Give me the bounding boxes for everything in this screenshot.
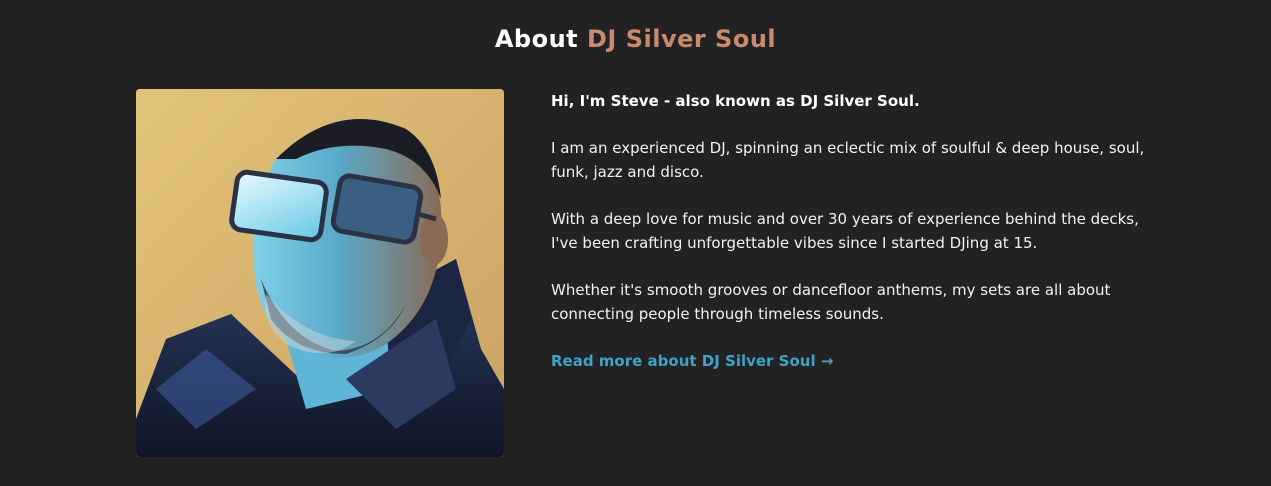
about-paragraph-3: Whether it's smooth grooves or dancefloo… bbox=[551, 281, 1111, 323]
about-text: Hi, I'm Steve - also known as DJ Silver … bbox=[551, 89, 1151, 373]
section-title: About DJ Silver Soul bbox=[0, 22, 1271, 56]
about-paragraph-2: With a deep love for music and over 30 y… bbox=[551, 210, 1139, 252]
section-title-prefix: About bbox=[494, 25, 579, 53]
about-section: About DJ Silver Soul Hi, I'm Steve - als… bbox=[0, 0, 1271, 486]
intro-text: Hi, I'm Steve - also known as DJ Silver … bbox=[551, 92, 920, 110]
section-title-accent: DJ Silver Soul bbox=[587, 25, 777, 53]
about-paragraph-1: I am an experienced DJ, spinning an ecle… bbox=[551, 139, 1145, 181]
read-more-link[interactable]: Read more about DJ Silver Soul → bbox=[551, 349, 833, 373]
dj-portrait-image bbox=[136, 89, 504, 457]
